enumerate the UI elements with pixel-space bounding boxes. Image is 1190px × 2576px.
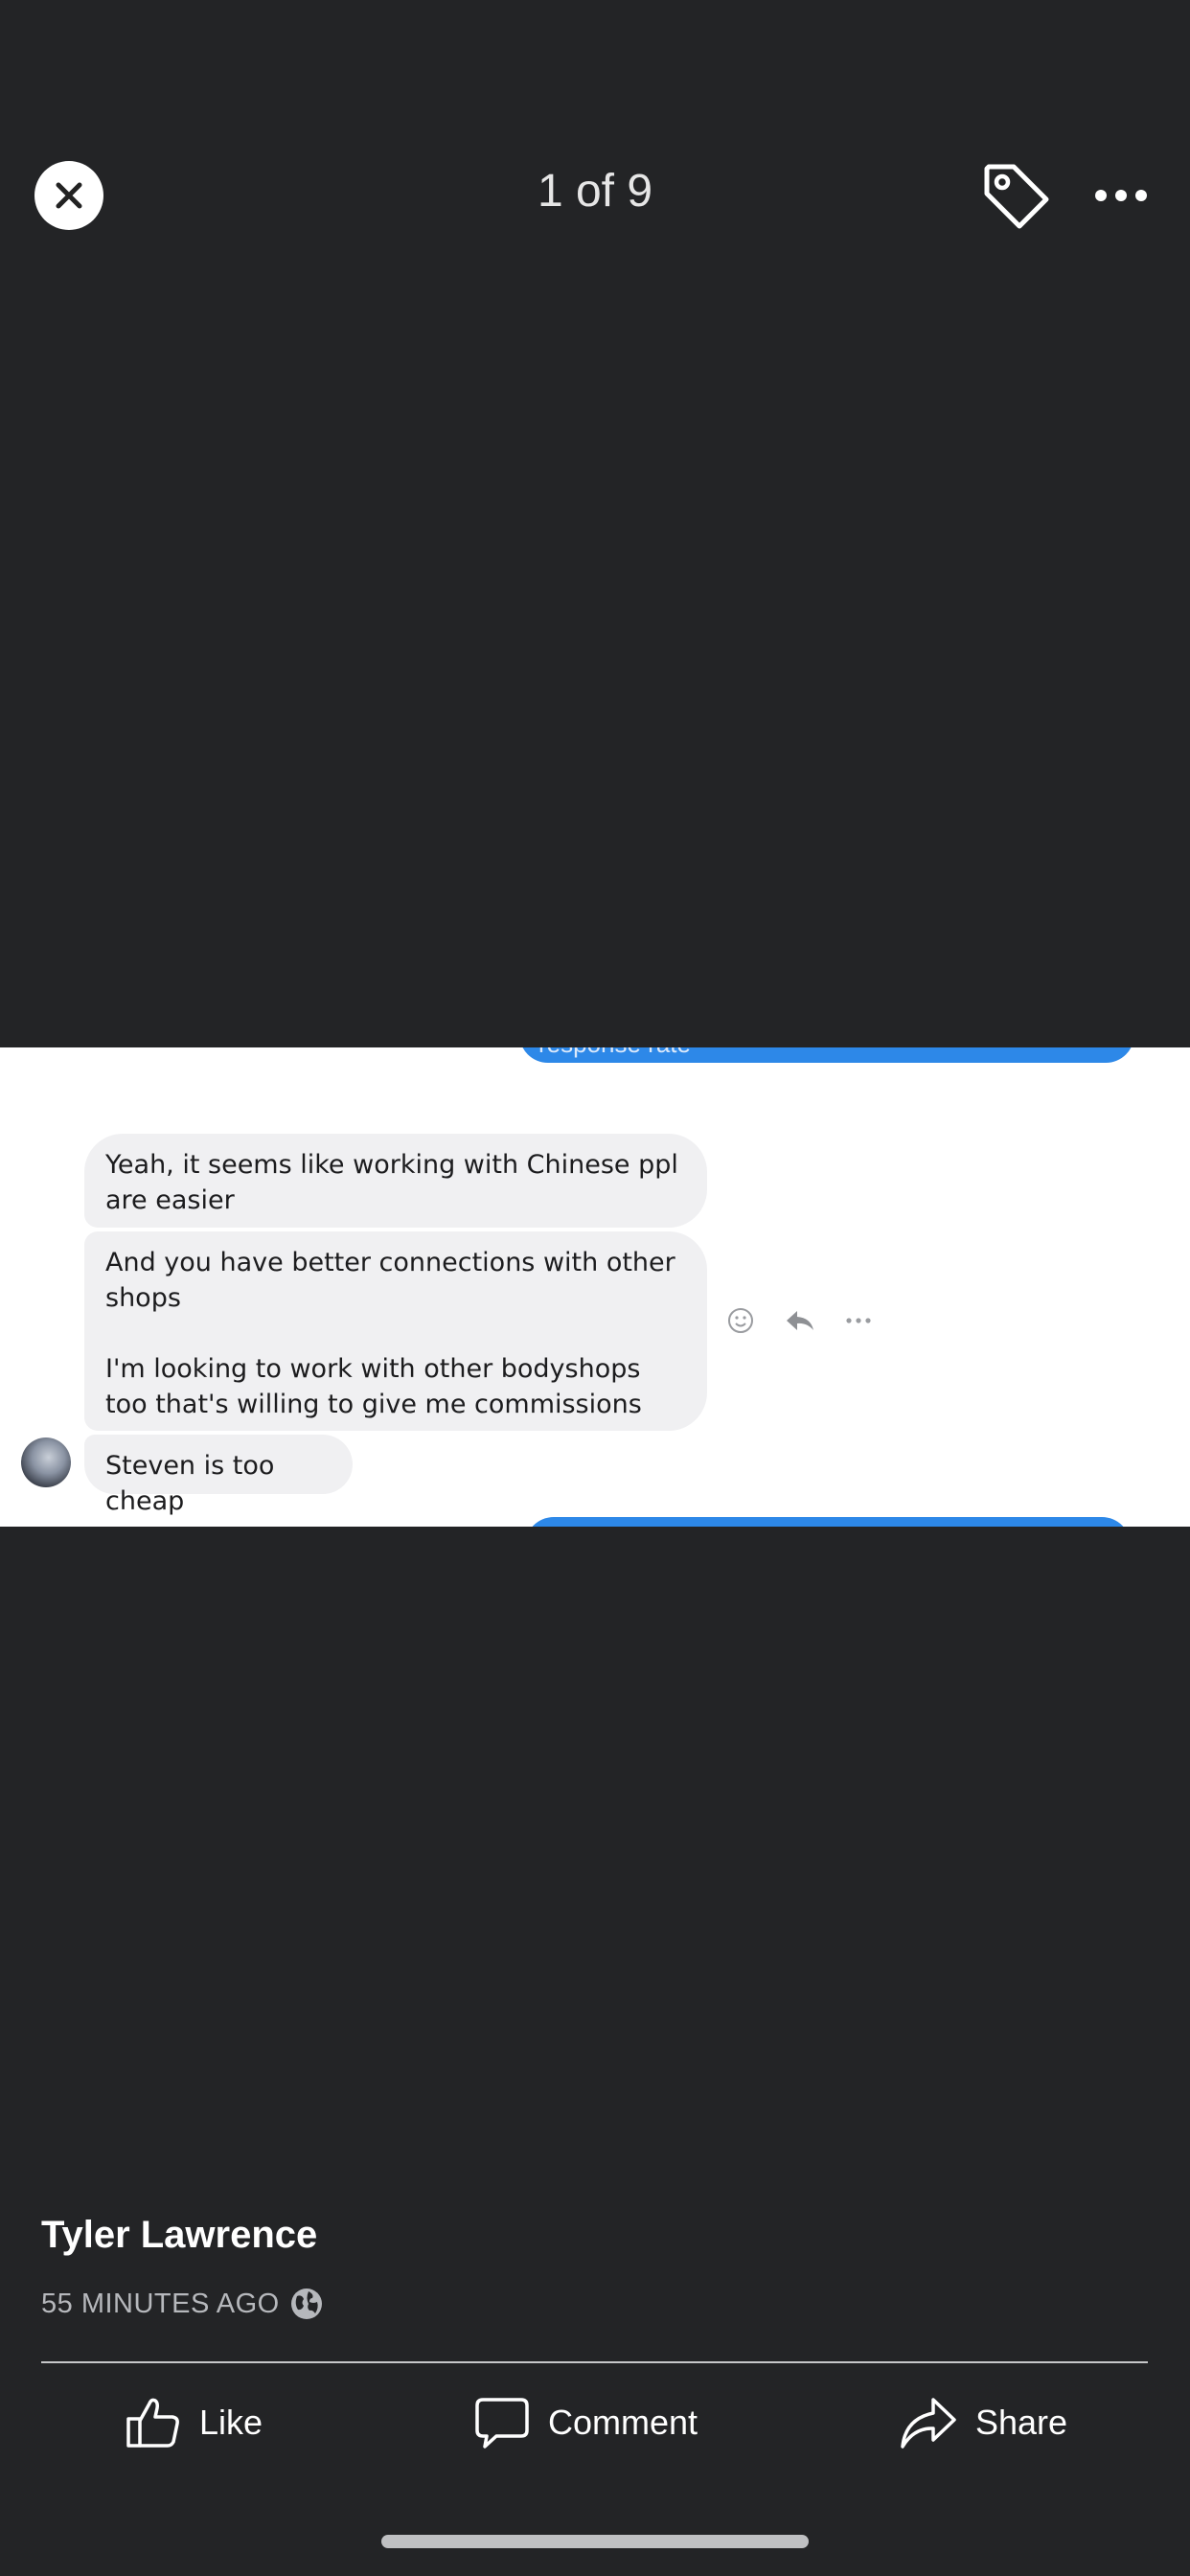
more-options-button[interactable] xyxy=(1092,172,1150,218)
received-message-bubble: Steven is too cheap xyxy=(84,1435,353,1516)
reply-icon xyxy=(787,1311,813,1330)
tag-icon xyxy=(984,164,1049,229)
sent-message-bubble xyxy=(525,1517,1131,1527)
post-timestamp: 55 MINUTES AGO xyxy=(41,2287,324,2321)
post-photo[interactable]: response rate Yeah, it seems like workin… xyxy=(0,1047,1190,1527)
globe-icon xyxy=(290,2288,322,2319)
author-name[interactable]: Tyler Lawrence xyxy=(41,2214,317,2257)
more-icon xyxy=(846,1318,871,1323)
divider xyxy=(41,2361,1148,2363)
photo-viewer: 1 of 9 response rate Yeah, it seems like… xyxy=(0,0,1190,2576)
comment-icon xyxy=(475,2398,529,2449)
post-actions-bar: Like Comment Share xyxy=(0,2384,1190,2461)
sent-message-bubble: response rate xyxy=(519,1047,1134,1063)
smiley-icon xyxy=(728,1308,753,1333)
tag-button[interactable] xyxy=(977,157,1054,234)
received-message-bubble: And you have better connections with oth… xyxy=(84,1231,707,1431)
share-button[interactable]: Share xyxy=(899,2384,1067,2461)
share-label: Share xyxy=(975,2403,1068,2442)
message-actions xyxy=(726,1306,872,1335)
comment-button[interactable]: Comment xyxy=(473,2384,698,2461)
sent-message-text: response rate xyxy=(538,1047,691,1059)
received-message-bubble: Yeah, it seems like working with Chinese… xyxy=(84,1134,707,1228)
comment-label: Comment xyxy=(548,2403,698,2442)
timestamp-text: 55 MINUTES AGO xyxy=(41,2288,280,2319)
share-icon xyxy=(901,2398,956,2449)
like-button[interactable]: Like xyxy=(125,2384,263,2461)
home-indicator[interactable] xyxy=(381,2535,809,2548)
sender-avatar xyxy=(21,1438,71,1487)
thumbs-up-icon xyxy=(126,2398,179,2448)
like-label: Like xyxy=(199,2403,263,2442)
more-horizontal-icon xyxy=(1095,190,1147,201)
